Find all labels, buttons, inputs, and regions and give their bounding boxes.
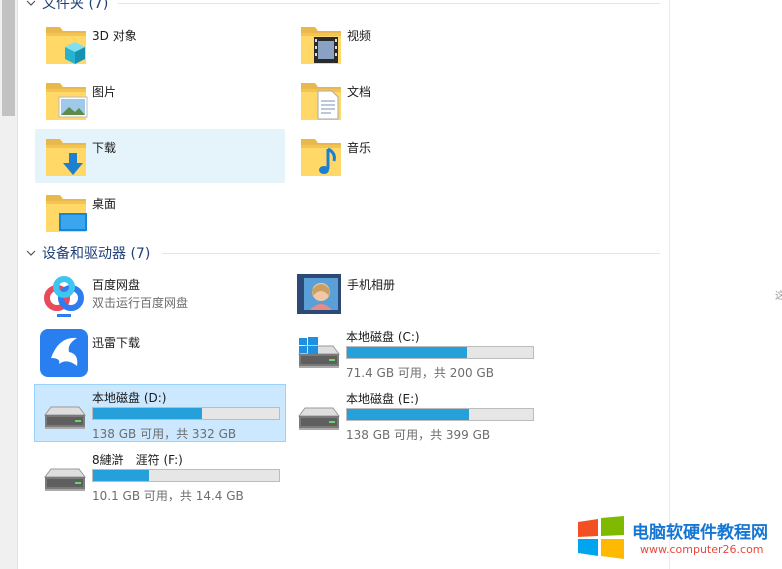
- devices-section-header[interactable]: 设备和驱动器 (7): [24, 243, 150, 263]
- app-baidu-netdisk[interactable]: 百度网盘 双击运行百度网盘: [35, 268, 285, 324]
- videos-folder-icon: [298, 21, 344, 67]
- pane-divider: [17, 0, 18, 569]
- drive-usage-fill: [347, 347, 467, 358]
- section-divider: [118, 3, 660, 4]
- watermark-title: 电脑软硬件教程网: [632, 523, 768, 543]
- folder-pictures[interactable]: 图片: [35, 73, 285, 127]
- watermark-url: www.computer26.com: [640, 543, 764, 556]
- navigation-pane-scrollbar[interactable]: [0, 0, 17, 569]
- drive-space-info: 10.1 GB 可用，共 14.4 GB: [92, 489, 244, 503]
- drive-space-info: 138 GB 可用，共 399 GB: [346, 428, 491, 442]
- drive-usage-bar: [346, 346, 534, 359]
- folder-3d-objects[interactable]: 3D 对象: [35, 17, 285, 71]
- folder-label: 视频: [347, 29, 372, 43]
- music-folder-icon: [298, 133, 344, 179]
- drive-usage-bar: [346, 408, 534, 421]
- drive-name: 8縺滸 涯符 (F:): [92, 453, 183, 467]
- folder-label: 3D 对象: [92, 29, 137, 43]
- drive-usage-fill: [347, 409, 469, 420]
- site-watermark: 电脑软硬件教程网 www.computer26.com: [576, 516, 776, 562]
- drive-space-info: 138 GB 可用，共 332 GB: [92, 427, 237, 441]
- drive-f[interactable]: 8縺滸 涯符 (F:) 10.1 GB 可用，共 14.4 GB: [35, 447, 285, 503]
- folder-label: 图片: [92, 85, 117, 99]
- downloads-folder-icon: [43, 133, 89, 179]
- folder-label: 音乐: [347, 141, 372, 155]
- folder-desktop[interactable]: 桌面: [35, 185, 285, 239]
- app-name: 百度网盘: [92, 278, 141, 292]
- drive-c[interactable]: 本地磁盘 (C:) 71.4 GB 可用，共 200 GB: [289, 324, 539, 380]
- folders-section-header[interactable]: 文件夹 (7): [24, 0, 108, 13]
- windows-logo-icon: [578, 516, 624, 559]
- desktop-folder-icon: [43, 189, 87, 235]
- drive-name: 本地磁盘 (D:): [92, 391, 167, 405]
- folder-downloads[interactable]: 下载: [35, 129, 285, 183]
- app-name: 手机相册: [347, 278, 396, 292]
- drive-usage-bar: [92, 469, 280, 482]
- devices-section-title: 设备和驱动器 (7): [42, 246, 151, 262]
- app-name: 迅雷下载: [92, 336, 141, 350]
- folder-music[interactable]: 音乐: [290, 129, 540, 183]
- pictures-folder-icon: [43, 77, 88, 123]
- drive-d[interactable]: 本地磁盘 (D:) 138 GB 可用，共 332 GB: [34, 384, 286, 442]
- folder-label: 下载: [92, 141, 117, 155]
- section-divider: [162, 253, 660, 254]
- drive-usage-fill: [93, 408, 202, 419]
- 3d-objects-folder-icon: [43, 21, 89, 64]
- scrollbar-thumb[interactable]: [2, 0, 15, 116]
- app-subtitle: 双击运行百度网盘: [92, 296, 189, 310]
- drive-usage-bar: [92, 407, 280, 420]
- folders-section-title: 文件夹 (7): [42, 0, 109, 12]
- drive-name: 本地磁盘 (C:): [346, 330, 420, 344]
- folder-label: 文档: [347, 85, 372, 99]
- folder-videos[interactable]: 视频: [290, 17, 540, 71]
- details-pane: [669, 0, 782, 569]
- chevron-down-icon: [26, 0, 36, 6]
- documents-folder-icon: [298, 77, 344, 123]
- folder-documents[interactable]: 文档: [290, 73, 540, 127]
- chevron-down-icon: [26, 250, 36, 256]
- drive-e[interactable]: 本地磁盘 (E:) 138 GB 可用，共 399 GB: [289, 386, 539, 442]
- details-pane-text: 这: [775, 291, 782, 302]
- hard-drive-icon: [39, 455, 89, 501]
- drive-usage-fill: [93, 470, 149, 481]
- xunlei-icon: [40, 329, 88, 377]
- baidu-netdisk-icon: [39, 270, 89, 320]
- windows-drive-icon: [293, 337, 343, 378]
- app-phone-album[interactable]: 手机相册: [290, 268, 540, 324]
- phone-album-icon: [297, 274, 341, 314]
- hard-drive-icon: [39, 393, 89, 439]
- hard-drive-icon: [293, 394, 343, 440]
- drive-name: 本地磁盘 (E:): [346, 392, 419, 406]
- drive-space-info: 71.4 GB 可用，共 200 GB: [346, 366, 494, 380]
- app-xunlei[interactable]: 迅雷下载: [35, 326, 285, 382]
- folder-label: 桌面: [92, 197, 117, 211]
